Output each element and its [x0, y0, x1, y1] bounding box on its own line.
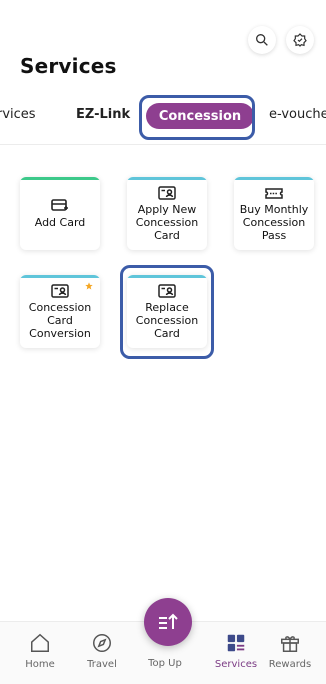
- nav-label: Travel: [87, 659, 117, 670]
- search-button[interactable]: [248, 26, 276, 54]
- top-icons: [248, 26, 314, 54]
- page-title: Services: [20, 54, 117, 78]
- gift-icon: [281, 636, 299, 652]
- highlight-outline-concession-tab: [139, 95, 255, 140]
- top-up-icon: [159, 613, 178, 629]
- nav-label: Services: [214, 659, 258, 670]
- badge-button[interactable]: [286, 26, 314, 54]
- compass-icon: [93, 634, 111, 652]
- badge-icon: [293, 33, 307, 47]
- card-add-card[interactable]: Add Card: [20, 177, 100, 250]
- nav-top-up-label: Top Up: [135, 658, 195, 669]
- card-label: Concession Card Conversion: [28, 300, 92, 340]
- search-icon: [256, 34, 268, 46]
- id-card-icon: [51, 283, 69, 298]
- home-icon: [31, 633, 49, 652]
- nav-label: Home: [25, 659, 55, 670]
- nav-travel[interactable]: Travel: [72, 632, 132, 670]
- nav-label: Top Up: [148, 658, 182, 669]
- divider: [0, 144, 326, 145]
- card-label: Buy Monthly Concession Pass: [239, 202, 309, 242]
- nav-label: Rewards: [268, 659, 312, 670]
- card-label: Apply New Concession Card: [135, 202, 199, 242]
- id-card-icon: [158, 185, 176, 200]
- tab-ez-link[interactable]: EZ-Link: [76, 107, 130, 122]
- nav-home[interactable]: Home: [10, 632, 70, 670]
- top-up-button[interactable]: [144, 598, 192, 646]
- tab-e-vouchers[interactable]: e-vouche: [269, 107, 326, 122]
- card-apply-new-concession-card[interactable]: Apply New Concession Card: [127, 177, 207, 250]
- star-icon: [85, 282, 93, 290]
- card-concession-card-conversion[interactable]: Concession Card Conversion: [20, 275, 100, 348]
- nav-rewards[interactable]: Rewards: [260, 632, 320, 670]
- nav-services[interactable]: Services: [206, 632, 266, 670]
- highlight-outline-replace-card: [120, 265, 214, 359]
- card-label: Add Card: [34, 215, 86, 229]
- add-card-icon: [51, 198, 69, 213]
- services-grid-icon: [227, 634, 245, 652]
- tab-services[interactable]: rvices: [0, 107, 36, 122]
- card-buy-monthly-concession-pass[interactable]: Buy Monthly Concession Pass: [234, 177, 314, 250]
- ticket-icon: [265, 186, 283, 200]
